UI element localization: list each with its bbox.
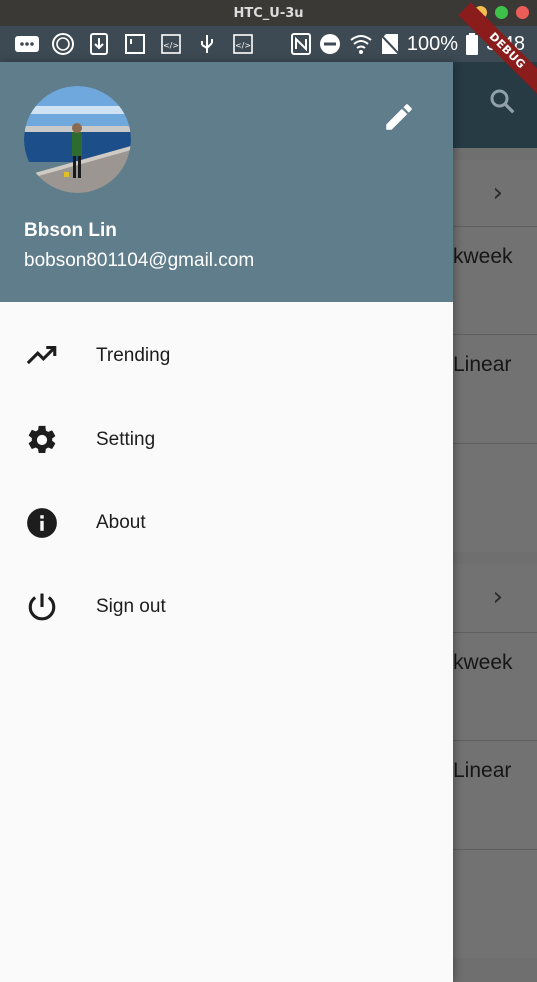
list-item[interactable]: Linear: [453, 353, 511, 377]
wifi-icon: [350, 35, 372, 54]
usb-icon: [194, 33, 220, 55]
dnd-icon: [319, 34, 340, 54]
menu-item-trending[interactable]: Trending: [0, 321, 453, 391]
app-icon: [50, 33, 76, 55]
info-icon: [27, 508, 57, 538]
avatar[interactable]: [24, 86, 131, 193]
chevron-right-icon[interactable]: ›: [493, 178, 503, 208]
gear-icon: [28, 425, 56, 454]
nfc-icon: [290, 33, 311, 55]
list-item[interactable]: kweek: [453, 651, 513, 675]
download-icon: [86, 33, 112, 55]
user-email: bobson801104@gmail.com: [24, 250, 255, 271]
divider: [453, 334, 537, 335]
user-name: Bbson Lin: [24, 220, 117, 241]
trending-up-icon: [26, 345, 57, 365]
navigation-drawer: Bbson Lin bobson801104@gmail.com Trendin…: [0, 62, 453, 982]
menu-item-label: About: [96, 512, 146, 533]
power-icon: [28, 593, 56, 621]
menu-item-label: Setting: [96, 429, 156, 450]
status-icons-left: </> </>: [0, 33, 256, 55]
menu-item-label: Sign out: [96, 596, 166, 617]
chevron-right-icon[interactable]: ›: [493, 582, 503, 612]
window-titlebar: HTC_U-3u: [0, 0, 537, 26]
divider: [453, 443, 537, 444]
pencil-icon[interactable]: [382, 100, 416, 134]
divider: [453, 226, 537, 227]
menu-item-about[interactable]: About: [0, 488, 453, 558]
drawer-header: Bbson Lin bobson801104@gmail.com: [0, 62, 453, 302]
code-icon: </>: [158, 33, 184, 55]
list-item[interactable]: kweek: [453, 245, 513, 269]
notification-icon: [122, 33, 148, 55]
svg-text:</>: </>: [163, 41, 179, 50]
divider: [453, 849, 537, 850]
list-item[interactable]: Linear: [453, 759, 511, 783]
svg-text:</>: </>: [235, 41, 251, 50]
menu-item-setting[interactable]: Setting: [0, 405, 453, 475]
divider: [453, 632, 537, 633]
no-sim-icon: [380, 34, 399, 55]
battery-percent: 100%: [406, 32, 459, 55]
close-button[interactable]: [516, 6, 529, 19]
battery-icon: [466, 33, 479, 55]
divider: [453, 740, 537, 741]
more-icon: [14, 33, 40, 55]
menu-item-label: Trending: [96, 345, 171, 366]
code-icon: </>: [230, 33, 256, 55]
window-title: HTC_U-3u: [233, 5, 304, 21]
status-bar: </> </> 100% 3:48: [0, 26, 537, 62]
menu-item-sign-out[interactable]: Sign out: [0, 572, 453, 642]
search-icon[interactable]: [487, 86, 517, 116]
maximize-button[interactable]: [495, 6, 508, 19]
